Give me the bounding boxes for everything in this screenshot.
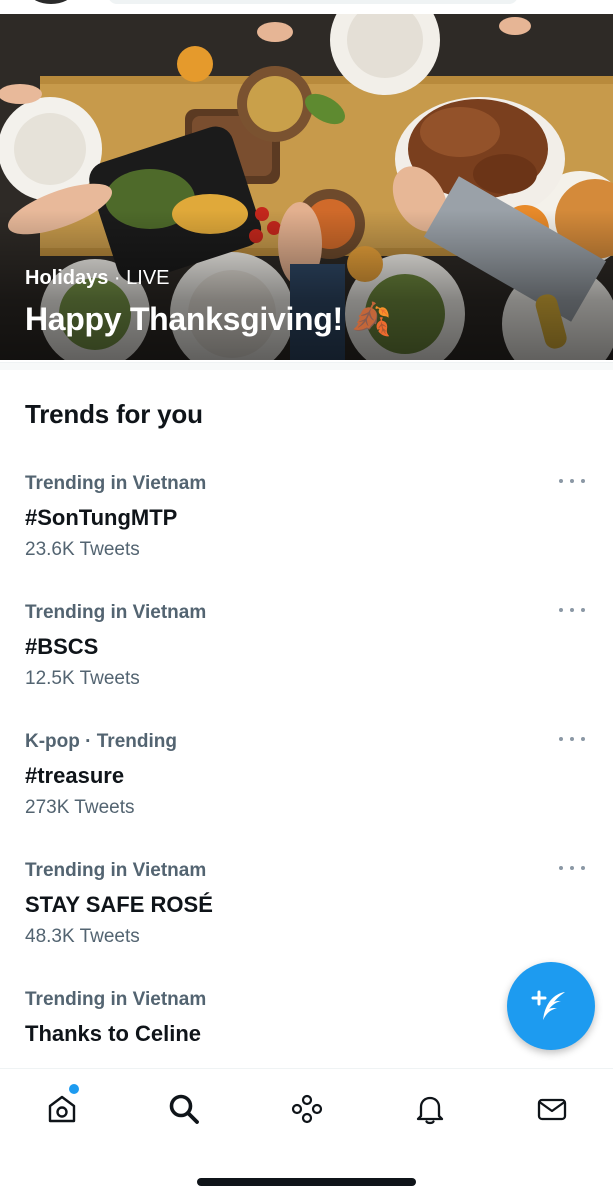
trend-name: #treasure [25, 763, 125, 788]
tab-messages[interactable] [530, 1087, 574, 1131]
feather-plus-icon [531, 990, 565, 1020]
trend-tweet-count: 273K Tweets [25, 797, 135, 818]
trend-item[interactable]: Trending in Vietnam STAY SAFE ROSÉ 48.3K… [0, 860, 613, 970]
more-options-icon[interactable] [559, 860, 585, 876]
trend-tweet-count: 23.6K Tweets [25, 539, 140, 560]
trend-context: Trending in Vietnam [25, 602, 207, 623]
hero-title: Happy Thanksgiving! 🍂 [25, 301, 392, 337]
tab-home[interactable] [40, 1087, 84, 1131]
home-indicator[interactable] [197, 1178, 416, 1186]
trend-name: STAY SAFE ROSÉ [25, 892, 213, 917]
section-divider [0, 362, 613, 370]
hero-category-label: Holidays [25, 267, 109, 289]
trend-item[interactable]: Trending in Vietnam #BSCS 12.5K Tweets [0, 602, 613, 712]
avatar[interactable] [30, 0, 72, 4]
trend-item[interactable]: Trending in Vietnam #SonTungMTP 23.6K Tw… [0, 473, 613, 583]
search-bar[interactable] [108, 0, 518, 4]
hero-separator: · [113, 267, 121, 289]
notification-dot [69, 1084, 79, 1094]
trend-context: Trending in Vietnam [25, 860, 207, 881]
trend-context: Trending in Vietnam [25, 989, 207, 1010]
hero-category: Holidays · LIVE [25, 267, 170, 290]
trend-name: #SonTungMTP [25, 505, 178, 530]
trend-tweet-count: 48.3K Tweets [25, 926, 140, 947]
event-hero-banner[interactable]: Holidays · LIVE Happy Thanksgiving! 🍂 [0, 14, 613, 360]
more-options-icon[interactable] [559, 731, 585, 747]
more-options-icon[interactable] [559, 473, 585, 489]
trend-name: #BSCS [25, 634, 99, 659]
trend-item[interactable]: K-pop · Trending #treasure 273K Tweets [0, 731, 613, 841]
more-options-icon[interactable] [559, 602, 585, 618]
trend-context: K-pop · Trending [25, 731, 177, 752]
tab-spaces[interactable] [285, 1087, 329, 1131]
tab-notifications[interactable] [408, 1087, 452, 1131]
bottom-tab-bar [0, 1068, 613, 1150]
trend-tweet-count: 12.5K Tweets [25, 668, 140, 689]
trend-name: Thanks to Celine [25, 1021, 202, 1046]
spaces-icon [291, 1094, 323, 1124]
mail-icon [537, 1098, 567, 1121]
bell-icon [416, 1096, 444, 1125]
tab-search[interactable] [162, 1087, 206, 1131]
top-header-strip [0, 0, 613, 14]
section-title: Trends for you [25, 399, 203, 429]
compose-tweet-button[interactable] [507, 962, 595, 1050]
home-icon [48, 1095, 76, 1123]
trend-context: Trending in Vietnam [25, 473, 207, 494]
hero-live-status: LIVE [126, 267, 170, 289]
search-icon [169, 1094, 199, 1124]
